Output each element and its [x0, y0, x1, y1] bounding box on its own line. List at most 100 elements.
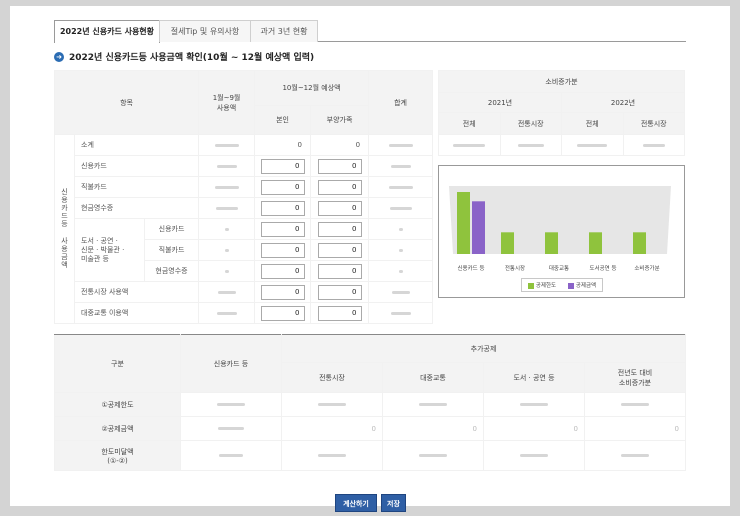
- value-cell: [483, 392, 585, 417]
- credit-card-self-input[interactable]: [260, 158, 305, 174]
- header-additional: 추가공제: [280, 334, 687, 363]
- legend-item-amount: 공제금액: [567, 281, 597, 289]
- transit-dependent-input[interactable]: [317, 305, 362, 321]
- input-cell: [310, 239, 370, 261]
- input-cell: [310, 260, 370, 282]
- value-cell: [198, 197, 256, 219]
- input-cell: [310, 281, 370, 303]
- subtotal-self: 0: [254, 134, 312, 156]
- input-cell: [254, 197, 312, 219]
- deduction-table: 구분 신용카드 등 추가공제 전통시장 대중교통 도서 · 공연 등 전년도 대…: [54, 334, 687, 471]
- tab-tax-tips[interactable]: 절세Tip 및 유의사항: [159, 20, 251, 42]
- value-cell: [561, 134, 624, 156]
- input-cell: [310, 155, 370, 177]
- legend-swatch-amount: [567, 282, 574, 289]
- header-category: 구분: [54, 334, 181, 393]
- cash-receipt-dependent-input[interactable]: [317, 200, 362, 216]
- header-transit: 대중교통: [382, 362, 484, 393]
- value-cell: [499, 134, 562, 156]
- value-cell: [583, 392, 687, 417]
- col-2022-market: 전통시장: [622, 112, 685, 135]
- value-cell: [368, 281, 434, 303]
- value-cell: [198, 134, 256, 156]
- chart-bar-limit-0: [457, 192, 470, 254]
- culture-cash-self-input[interactable]: [260, 263, 305, 279]
- value-cell: [368, 239, 434, 261]
- culture-cash-dependent-input[interactable]: [317, 263, 362, 279]
- market-self-input[interactable]: [260, 284, 305, 300]
- value-cell: [281, 440, 383, 471]
- arrow-circle-icon: ➜: [54, 51, 64, 62]
- header-prev-year: 전년도 대비 소비증가분: [583, 362, 687, 393]
- row-credit-card: 신용카드: [73, 155, 200, 177]
- input-cell: [254, 239, 312, 261]
- culture-credit-dependent-input[interactable]: [317, 221, 362, 237]
- input-cell: [254, 176, 312, 198]
- col-2021-market: 전통시장: [499, 112, 562, 135]
- tab-past-3-years[interactable]: 과거 3년 현황: [250, 20, 318, 42]
- amount-prev-year: 0: [583, 416, 687, 441]
- chart-bar-amount-0: [472, 201, 485, 254]
- value-cell: [438, 134, 501, 156]
- value-cell: [368, 176, 434, 198]
- culture-cash-receipt: 현금영수증: [143, 260, 200, 282]
- header-total: 합계: [368, 70, 434, 135]
- input-cell: [254, 155, 312, 177]
- col-2022-all: 전체: [561, 112, 624, 135]
- value-cell: [368, 302, 434, 324]
- row-public-transit: 대중교통 이용액: [73, 302, 200, 324]
- tab-2022-usage[interactable]: 2022년 신용카드 사용현황: [54, 20, 160, 43]
- transit-self-input[interactable]: [260, 305, 305, 321]
- amount-market: 0: [281, 416, 383, 441]
- amount-transit: 0: [382, 416, 484, 441]
- market-dependent-input[interactable]: [317, 284, 362, 300]
- consumption-title: 소비증가분: [438, 70, 685, 93]
- debit-card-dependent-input[interactable]: [317, 179, 362, 195]
- group-label: 신용카드등 사용금액: [60, 187, 69, 269]
- input-cell: [310, 197, 370, 219]
- value-cell: [368, 260, 434, 282]
- value-cell: [583, 440, 687, 471]
- input-cell: [254, 281, 312, 303]
- section-title: ➜ 2022년 신용카드등 사용금액 확인(10월 ~ 12월 예상액 입력): [54, 50, 314, 63]
- chart-category-label-1: 전통시장: [505, 264, 525, 272]
- legend-label-limit: 공제한도: [535, 283, 557, 289]
- value-cell: [368, 155, 434, 177]
- chart-legend: 공제한도 공제금액: [521, 278, 603, 292]
- culture-debit-dependent-input[interactable]: [317, 242, 362, 258]
- deduction-chart: 신용카드 등 전통시장 대중교통 도서공연 등 소비증가분 공제한도 공제금액: [438, 165, 685, 298]
- header-card: 신용카드 등: [180, 334, 282, 393]
- debit-card-self-input[interactable]: [260, 179, 305, 195]
- culture-credit-self-input[interactable]: [260, 221, 305, 237]
- value-cell: [198, 302, 256, 324]
- chart-svg: 신용카드 등 전통시장 대중교통 도서공연 등 소비증가분: [449, 186, 671, 272]
- credit-card-dependent-input[interactable]: [317, 158, 362, 174]
- culture-credit-card: 신용카드: [143, 218, 200, 240]
- chart-bar-limit-2: [545, 232, 558, 254]
- header-dependent: 부양가족: [310, 105, 370, 135]
- chart-category-label-0: 신용카드 등: [457, 264, 484, 272]
- value-cell: [368, 197, 434, 219]
- culture-debit-self-input[interactable]: [260, 242, 305, 258]
- row-cash-receipt: 현금영수증: [73, 197, 200, 219]
- input-cell: [254, 260, 312, 282]
- header-oct-dec: 10월~12월 예상액: [254, 70, 370, 106]
- input-cell: [310, 218, 370, 240]
- usage-table: 항목 1월~9월 사용액 10월~12월 예상액 합계 본인 부양가족 신용카드…: [53, 70, 434, 324]
- calculate-button[interactable]: 계산하기: [335, 494, 377, 512]
- input-cell: [310, 302, 370, 324]
- row-debit-card: 직불카드: [73, 176, 200, 198]
- row-shortfall: 한도미달액 (①-②): [54, 440, 181, 471]
- chart-bar-limit-1: [501, 232, 514, 254]
- header-culture: 도서 · 공연 등: [483, 362, 585, 393]
- legend-label-amount: 공제금액: [575, 283, 597, 289]
- row-traditional-market: 전통시장 사용액: [73, 281, 200, 303]
- save-button[interactable]: 저장: [381, 494, 406, 512]
- year-2022: 2022년: [561, 92, 685, 113]
- value-cell: [180, 416, 282, 441]
- cash-receipt-self-input[interactable]: [260, 200, 305, 216]
- culture-group-label: 도서 · 공연 · 신문 · 박물관 · 미술관 등: [74, 218, 145, 282]
- value-cell: [198, 155, 256, 177]
- legend-swatch-limit: [527, 282, 534, 289]
- value-cell: [368, 134, 434, 156]
